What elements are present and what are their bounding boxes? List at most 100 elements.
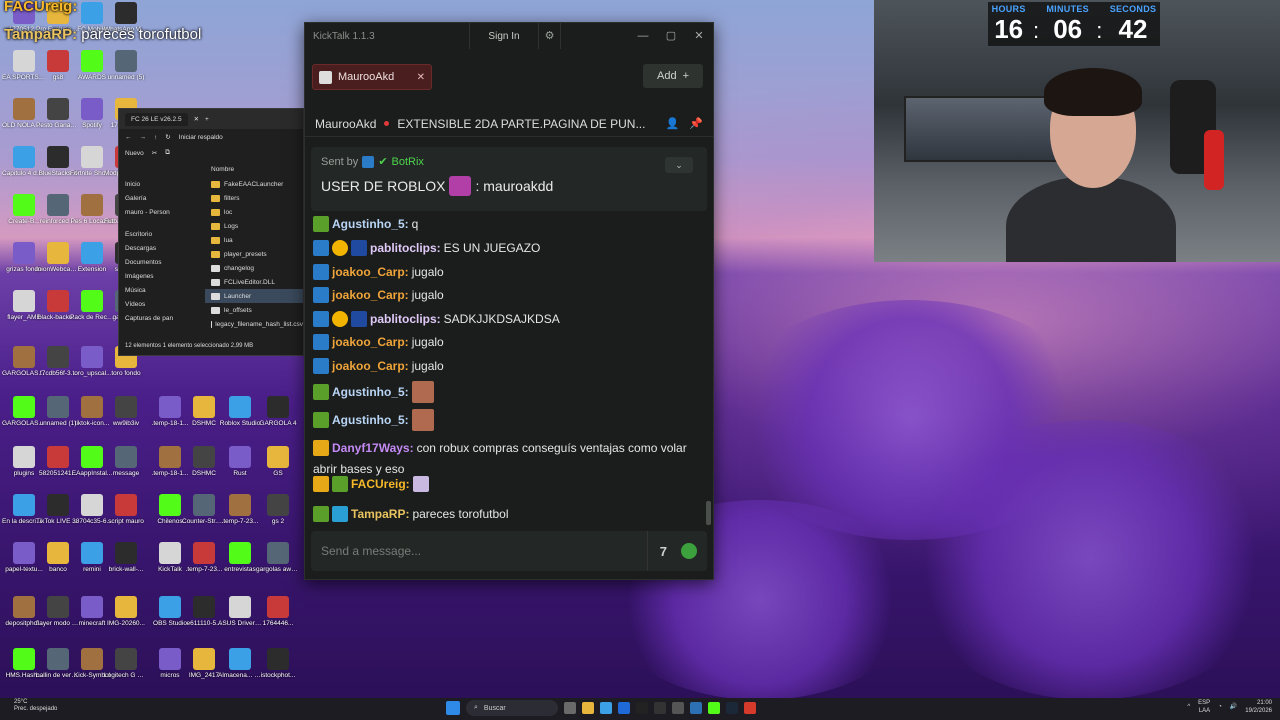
address-bar[interactable]: Iniciar respaldo [179, 134, 223, 141]
chat-username[interactable]: TampaRP: [351, 505, 409, 523]
desktop-icon[interactable]: istockphot... [256, 648, 300, 679]
desktop-icon[interactable]: unnamed (5) [104, 50, 148, 81]
wifi-icon[interactable]: ◔ [1218, 704, 1222, 712]
file-row[interactable]: FakeEAACLauncher [205, 177, 303, 191]
chat-username[interactable]: joakoo_Carp: [332, 357, 409, 375]
chevron-down-icon[interactable]: ⌄ [665, 157, 693, 173]
message-input[interactable]: Send a message... 7 [311, 531, 707, 571]
channel-tab-maurooakd[interactable]: MaurooAkd ✕ [312, 64, 432, 90]
minimize-icon[interactable]: — [629, 23, 657, 49]
desktop-icon[interactable]: Logitech G HUB [104, 648, 148, 679]
7tv-icon[interactable]: 7 [660, 544, 667, 559]
cut-icon[interactable]: ✂ [152, 149, 157, 157]
file-row[interactable]: Logs [205, 219, 303, 233]
volume-icon[interactable]: 🔊 [1230, 704, 1237, 712]
chat-message[interactable]: pablitoclips: ES UN JUEGAZO [313, 239, 699, 257]
desktop-icon[interactable]: IMG-20260... [104, 596, 148, 627]
explorer-sidebar-item[interactable]: mauro - Person [119, 205, 205, 219]
file-explorer-icon[interactable] [582, 702, 594, 714]
desktop-icon[interactable]: script mauro [104, 494, 148, 525]
copy-icon[interactable]: ⧉ [165, 149, 170, 157]
add-channel-button[interactable]: Add + [643, 64, 703, 88]
explorer-sidebar-item[interactable]: Música [119, 283, 205, 297]
file-row[interactable]: le_offsets [205, 303, 303, 317]
windows-start-icon[interactable] [446, 701, 460, 715]
chat-message[interactable]: Agustinho_5: q [313, 215, 699, 233]
chat-message[interactable]: joakoo_Carp: jugalo [313, 263, 699, 281]
forward-icon[interactable]: → [140, 134, 147, 141]
gear-icon[interactable]: ⚙ [538, 23, 560, 49]
chat-username[interactable]: joakoo_Carp: [332, 333, 409, 351]
maximize-icon[interactable]: ▢ [657, 23, 685, 49]
column-name[interactable]: Nombre [211, 166, 234, 173]
language-indicator[interactable]: ESP LAA [1198, 700, 1210, 716]
chat-username[interactable]: Agustinho_5: [332, 215, 409, 233]
app-icon[interactable] [654, 702, 666, 714]
taskview-icon[interactable] [564, 702, 576, 714]
brave-icon[interactable] [744, 702, 756, 714]
new-button[interactable]: Nuevo [125, 150, 144, 157]
chat-username[interactable]: pablitoclips: [370, 239, 441, 257]
explorer-sidebar-item[interactable]: Escritorio [119, 227, 205, 241]
desktop-icon[interactable]: GS [256, 446, 300, 477]
explorer-tab[interactable]: FC 26 LE v26.2.5 [125, 112, 188, 126]
desktop-icon[interactable]: gs 2 [256, 494, 300, 525]
close-tab-icon[interactable]: ✕ [417, 72, 425, 83]
file-explorer-window[interactable]: FC 26 LE v26.2.5 ✕ + ← → ↑ ↻ Iniciar res… [118, 108, 304, 356]
store-icon[interactable] [618, 702, 630, 714]
fc-icon[interactable] [636, 702, 648, 714]
file-row[interactable]: loc [205, 205, 303, 219]
explorer-sidebar-item[interactable]: Documentos [119, 255, 205, 269]
app-icon[interactable] [690, 702, 702, 714]
kicktalk-window[interactable]: KickTalk 1.1.3 Sign In ⚙ — ▢ ✕ MaurooAkd… [304, 22, 714, 580]
desktop-icon[interactable]: gargolas awards [256, 542, 300, 573]
explorer-sidebar-item[interactable]: Descargas [119, 241, 205, 255]
desktop-icon[interactable]: ww9ib3iv [104, 396, 148, 427]
explorer-sidebar-item[interactable]: Galería [119, 191, 205, 205]
chat-message[interactable]: Agustinho_5: [313, 381, 699, 403]
desktop-icon[interactable]: 1764446... [256, 596, 300, 627]
taskbar-search[interactable]: ⌕ Buscar [466, 700, 558, 716]
emote-picker-icon[interactable] [681, 543, 697, 559]
chat-message[interactable]: joakoo_Carp: jugalo [313, 333, 699, 351]
file-row[interactable]: player_presets [205, 247, 303, 261]
explorer-sidebar-item[interactable]: Imágenes [119, 269, 205, 283]
chat-username[interactable]: joakoo_Carp: [332, 286, 409, 304]
pin-icon[interactable]: 📌 [689, 117, 703, 130]
file-row[interactable]: lua [205, 233, 303, 247]
file-row[interactable]: changelog [205, 261, 303, 275]
up-icon[interactable]: ↑ [154, 134, 157, 141]
chat-username[interactable]: FACUreig: [351, 475, 410, 493]
obs-icon[interactable] [672, 702, 684, 714]
explorer-sidebar-item[interactable]: Vídeos [119, 297, 205, 311]
file-row[interactable]: legacy_filename_hash_list.csv [205, 317, 303, 331]
chat-username[interactable]: Agustinho_5: [332, 383, 409, 401]
clock[interactable]: 21:00 19/2/2026 [1245, 700, 1272, 716]
new-tab-icon[interactable]: + [205, 116, 209, 123]
explorer-sidebar-item[interactable]: Inicio [119, 177, 205, 191]
chevron-up-icon[interactable]: ^ [1187, 704, 1190, 712]
explorer-sidebar-item[interactable]: Capturas de pan [119, 311, 205, 325]
desktop-icon[interactable]: brick-wall-... [104, 542, 148, 573]
edge-icon[interactable] [600, 702, 612, 714]
chat-message[interactable]: joakoo_Carp: jugalo [313, 357, 699, 375]
file-row[interactable]: Launcher [205, 289, 303, 303]
steam-icon[interactable] [726, 702, 738, 714]
desktop-icon[interactable]: GARGOLA 4 [256, 396, 300, 427]
desktop-icon[interactable]: message [104, 446, 148, 477]
close-tab-icon[interactable]: ✕ [194, 115, 199, 123]
chat-scrollbar[interactable] [706, 501, 711, 525]
kicktalk-icon[interactable] [708, 702, 720, 714]
file-row[interactable]: FCLiveEditor.DLL [205, 275, 303, 289]
user-icon[interactable]: 👤 [666, 117, 680, 130]
chat-username[interactable]: Danyf17Ways: [332, 439, 414, 457]
refresh-icon[interactable]: ↻ [165, 133, 170, 141]
back-icon[interactable]: ← [125, 134, 132, 141]
file-row[interactable]: filters [205, 191, 303, 205]
weather-widget[interactable]: 25°C Prec. despejado [14, 699, 57, 713]
signin-button[interactable]: Sign In [470, 31, 538, 42]
chat-message[interactable]: Danyf17Ways: con robux compras conseguís … [313, 439, 699, 478]
chat-message[interactable]: joakoo_Carp: jugalo [313, 286, 699, 304]
chat-message[interactable]: pablitoclips: SADKJJKDSAJKDSA [313, 310, 699, 328]
chat-message[interactable]: TampaRP: pareces torofutbol [313, 505, 699, 523]
